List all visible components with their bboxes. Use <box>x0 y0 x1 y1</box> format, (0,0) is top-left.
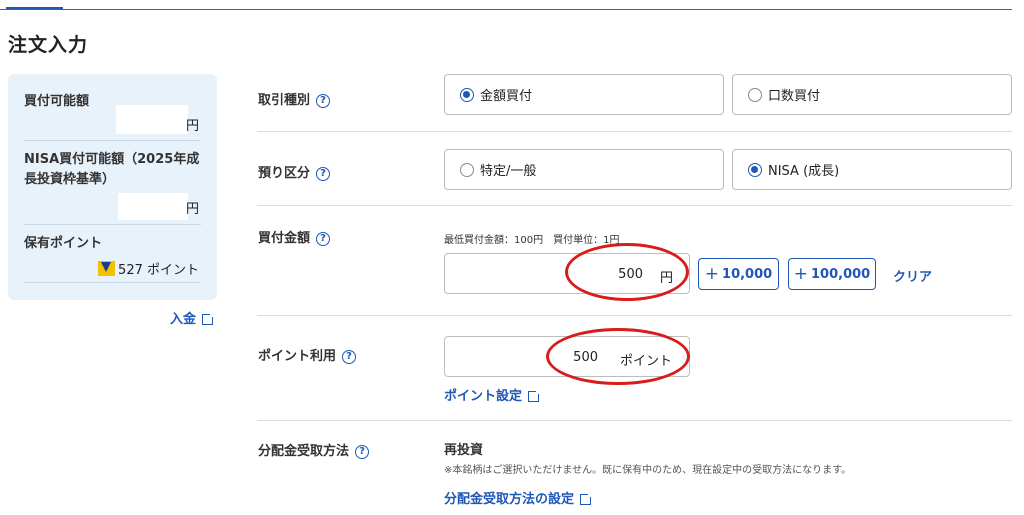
dividend-label: 分配金受取方法 <box>258 444 350 459</box>
points-use-input-unit: ポイント <box>619 354 672 369</box>
radio-label: 金額買付 <box>480 89 533 104</box>
radio-label: 特定/一般 <box>480 164 537 179</box>
help-icon[interactable]: ? <box>316 93 331 108</box>
amount-input-value: 500 <box>618 267 643 282</box>
nisa-buying-power-value-redacted <box>118 193 188 220</box>
radio-label: NISA (成長) <box>768 164 840 179</box>
add-100000-label: 100,000 <box>811 266 871 282</box>
radio-label: 口数買付 <box>768 89 821 104</box>
nisa-buying-power-row: NISA買付可能額（2025年成長投資枠基準） 円 <box>24 141 201 225</box>
radio-unselected-icon <box>748 87 762 102</box>
radio-unit-purchase[interactable]: 口数買付 <box>732 74 1012 115</box>
external-link-icon <box>202 312 216 325</box>
custody-label: 預り区分 <box>258 166 311 181</box>
points-use-label: ポイント利用 <box>258 349 337 364</box>
points-use-label-row: ポイント利用? <box>258 345 357 364</box>
radio-selected-icon <box>460 87 474 102</box>
buying-power-label: 買付可能額 <box>24 94 90 109</box>
amount-input-unit: 円 <box>659 271 673 286</box>
external-link-icon <box>580 492 594 505</box>
help-icon[interactable]: ? <box>316 231 331 246</box>
deposit-link-label: 入金 <box>170 312 197 327</box>
plus-icon: + <box>704 264 720 284</box>
t-point-logo-icon <box>98 261 116 276</box>
dividend-method-value: 再投資 <box>444 443 484 458</box>
account-summary-card: 買付可能額 円 NISA買付可能額（2025年成長投資枠基準） 円 保有ポイント… <box>8 74 217 300</box>
nisa-buying-power-unit: 円 <box>185 202 199 217</box>
amount-label-row: 買付金額? <box>258 227 331 246</box>
buying-power-row: 買付可能額 円 <box>24 74 201 141</box>
help-icon[interactable]: ? <box>316 166 331 181</box>
divider <box>257 315 1012 316</box>
points-use-input[interactable]: 500 ポイント <box>444 336 690 377</box>
external-link-icon <box>528 389 542 402</box>
amount-label: 買付金額 <box>258 231 311 246</box>
page-title: 注文入力 <box>8 34 89 56</box>
dividend-label-row: 分配金受取方法? <box>258 440 370 459</box>
deposit-link[interactable]: 入金 <box>170 308 216 327</box>
add-10000-label: 10,000 <box>722 266 773 282</box>
dividend-settings-link[interactable]: 分配金受取方法の設定 <box>444 488 594 507</box>
clear-button[interactable]: クリア <box>893 266 932 285</box>
points-use-input-value: 500 <box>573 350 598 365</box>
dividend-method-note: ※本銘柄はご選択いただけません。既に保有中のため、現在設定中の受取方法になります… <box>444 465 852 476</box>
add-100000-button[interactable]: +100,000 <box>788 258 876 290</box>
points-label: 保有ポイント <box>24 236 103 251</box>
help-icon[interactable]: ? <box>342 349 357 364</box>
help-icon[interactable]: ? <box>355 444 370 459</box>
point-settings-link-label: ポイント設定 <box>444 389 523 404</box>
point-settings-link[interactable]: ポイント設定 <box>444 385 542 404</box>
nisa-buying-power-label: NISA買付可能額（2025年成長投資枠基準） <box>24 152 200 187</box>
radio-nisa-growth[interactable]: NISA (成長) <box>732 149 1012 190</box>
radio-selected-icon <box>748 162 762 177</box>
radio-unselected-icon <box>460 162 474 177</box>
radio-amount-purchase[interactable]: 金額買付 <box>444 74 724 115</box>
points-row: 保有ポイント 527 ポイント <box>24 225 201 283</box>
minimum-purchase-note: 最低買付金額：100円 買付単位：1円 <box>444 235 620 246</box>
add-10000-button[interactable]: +10,000 <box>698 258 779 290</box>
radio-specific-general[interactable]: 特定/一般 <box>444 149 724 190</box>
amount-input[interactable]: 500 円 <box>444 253 690 294</box>
buying-power-value-redacted <box>116 105 188 134</box>
trade-type-label-row: 取引種別? <box>258 89 331 108</box>
custody-label-row: 預り区分? <box>258 162 331 181</box>
tab-bar-line <box>0 9 1012 10</box>
divider <box>257 420 1012 421</box>
divider <box>257 131 1012 132</box>
divider <box>257 205 1012 206</box>
dividend-settings-link-label: 分配金受取方法の設定 <box>444 492 575 507</box>
points-balance: 527 ポイント <box>98 259 199 278</box>
points-balance-value: 527 ポイント <box>118 263 199 278</box>
trade-type-label: 取引種別 <box>258 93 311 108</box>
plus-icon: + <box>793 264 809 284</box>
buying-power-unit: 円 <box>185 119 199 134</box>
